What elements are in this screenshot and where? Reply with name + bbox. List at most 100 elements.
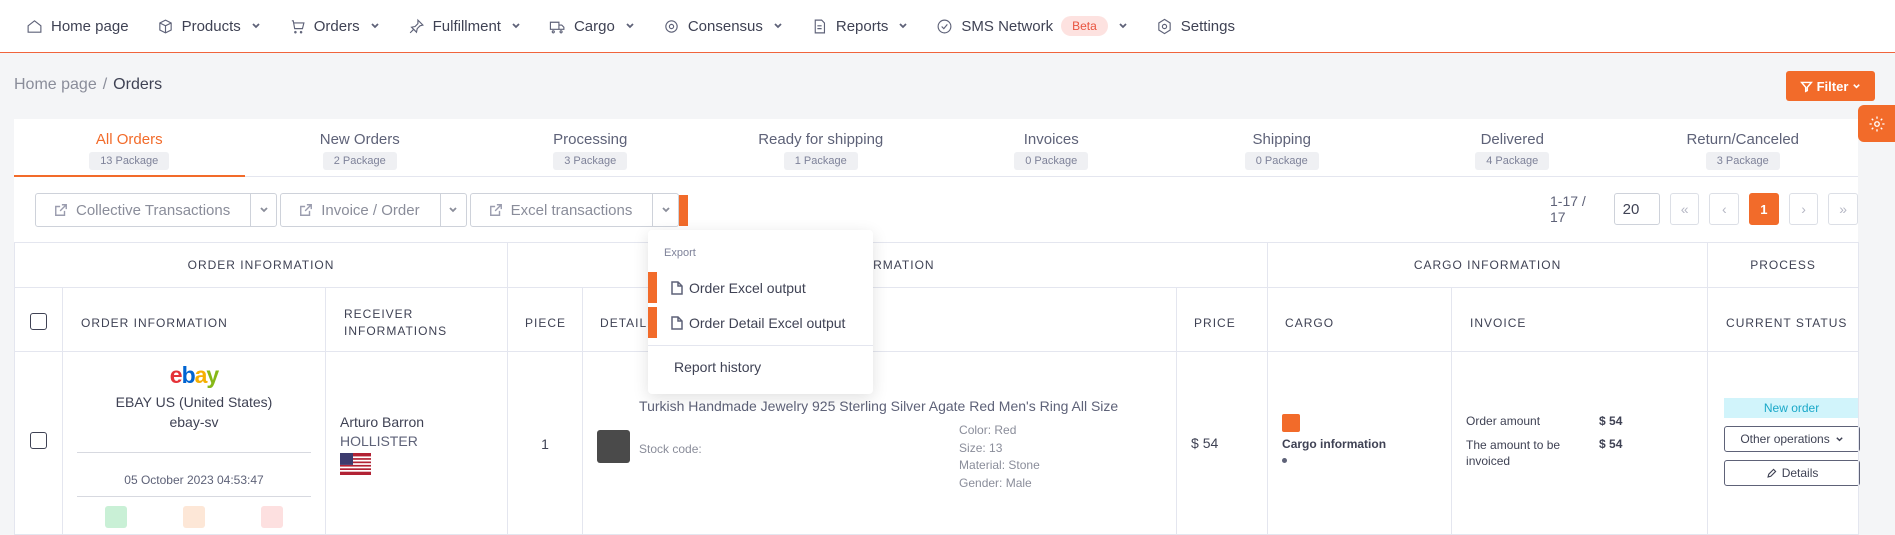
select-all-checkbox[interactable] xyxy=(30,312,47,330)
chevron-down-icon xyxy=(512,23,520,29)
receiver-company: HOLLISTER xyxy=(340,433,418,449)
settings-fab[interactable] xyxy=(1858,105,1895,142)
external-link-icon xyxy=(489,204,502,216)
nav-fulfillment[interactable]: Fulfillment xyxy=(408,18,521,35)
tab-label: Return/Canceled xyxy=(1686,131,1800,148)
tab-count: 13 Package xyxy=(89,152,170,170)
tab-new-orders[interactable]: New Orders 2 Package xyxy=(245,119,476,176)
tab-label: New Orders xyxy=(319,131,400,148)
prev-page-button[interactable]: ‹ xyxy=(1709,193,1740,225)
order-detail-excel-output-item[interactable]: Order Detail Excel output xyxy=(648,307,845,338)
filter-button[interactable]: Filter xyxy=(1786,71,1875,101)
other-operations-button[interactable]: Other operations xyxy=(1724,426,1861,452)
order-action-icons xyxy=(63,506,325,528)
price-value: $ 54 xyxy=(1191,435,1219,451)
col-order-information: ORDER INFORMATION xyxy=(62,287,326,352)
tab-delivered[interactable]: Delivered 4 Package xyxy=(1397,119,1628,176)
nav-settings[interactable]: Settings xyxy=(1156,18,1235,35)
collective-transactions-dropdown-toggle[interactable] xyxy=(251,194,276,226)
report-icon xyxy=(814,19,825,33)
nav-orders[interactable]: Orders xyxy=(289,18,380,35)
tab-count: 3 Package xyxy=(553,152,628,170)
report-history-item[interactable]: Report history xyxy=(674,359,761,375)
bookmark-icon[interactable] xyxy=(105,506,127,528)
tab-label: Processing xyxy=(553,131,628,148)
clock-icon[interactable] xyxy=(261,506,283,528)
action-toolbar: Collective Transactions Invoice / Order … xyxy=(35,193,689,227)
collective-transactions-group: Collective Transactions xyxy=(35,193,278,227)
pin-icon xyxy=(409,18,424,33)
receiver-cell: Arturo Barron HOLLISTER xyxy=(324,351,509,535)
group-header-row: ORDER INFORMATION INFORMATION CARGO INFO… xyxy=(13,242,1860,288)
tab-shipping[interactable]: Shipping 0 Package xyxy=(1167,119,1398,176)
invoice-order-dropdown-toggle[interactable] xyxy=(441,194,466,226)
cargo-information-label[interactable]: Cargo information xyxy=(1282,437,1451,451)
row-select-cell xyxy=(14,351,63,535)
tab-label: All Orders xyxy=(95,131,163,148)
store-code: ebay-sv xyxy=(169,414,219,430)
gear-icon xyxy=(1869,116,1884,131)
nav-consensus[interactable]: Consensus xyxy=(663,18,783,35)
invoice-order-button[interactable]: Invoice / Order xyxy=(281,194,441,226)
row-checkbox[interactable] xyxy=(30,432,47,449)
excel-transactions-dropdown-toggle[interactable] xyxy=(653,194,678,226)
tab-return-canceled[interactable]: Return/Canceled 3 Package xyxy=(1628,119,1859,176)
tab-ready-for-shipping[interactable]: Ready for shipping 1 Package xyxy=(706,119,937,176)
chevron-down-icon xyxy=(899,23,908,29)
nav-label: Consensus xyxy=(687,17,763,35)
order-tabs: All Orders 13 Package New Orders 2 Package… xyxy=(14,119,1858,177)
last-page-button[interactable]: » xyxy=(1828,193,1858,225)
dropdown-header: Export xyxy=(664,247,696,259)
tab-processing[interactable]: Processing 3 Package xyxy=(475,119,706,176)
invoiced-amount-label: The amount to be invoiced xyxy=(1466,438,1561,468)
invoiced-amount-line: The amount to be invoiced $ 54 xyxy=(1466,437,1707,469)
chevron-down-icon xyxy=(662,207,670,213)
details-button[interactable]: Details xyxy=(1724,460,1861,486)
tab-label: Delivered xyxy=(1480,131,1544,148)
nav-cargo[interactable]: Cargo xyxy=(549,18,635,35)
price-cell: $ 54 xyxy=(1176,351,1269,535)
product-attributes: Color: Red Size: 13 Material: Stone Gend… xyxy=(959,422,1040,492)
tab-count: 1 Package xyxy=(783,152,858,170)
store-name: EBAY US (United States) xyxy=(115,394,273,410)
breadcrumb: Home page / Orders xyxy=(14,76,162,94)
collective-transactions-button[interactable]: Collective Transactions xyxy=(36,194,252,226)
first-page-button[interactable]: « xyxy=(1669,193,1700,225)
highlight-marker xyxy=(648,272,657,303)
excel-transactions-group: Excel transactions xyxy=(469,193,680,227)
piece-cell: 1 xyxy=(507,351,584,535)
button-label: Excel transactions xyxy=(510,201,633,219)
nav-home[interactable]: Home page xyxy=(26,18,129,35)
nav-sms-network[interactable]: SMS Network Beta xyxy=(936,16,1127,36)
page-size-input[interactable]: 20 xyxy=(1613,193,1660,225)
nav-reports[interactable]: Reports xyxy=(811,18,909,35)
note-icon[interactable] xyxy=(183,506,205,528)
group-product-information: INFORMATION xyxy=(507,242,1269,288)
attr-color: Color: Red xyxy=(959,423,1017,437)
col-invoice: INVOICE xyxy=(1451,287,1709,352)
us-flag-icon xyxy=(340,453,371,475)
group-process: PROCESS xyxy=(1707,242,1860,288)
excel-transactions-button[interactable]: Excel transactions xyxy=(471,194,654,226)
invoice-cell: Order amount $ 54 The amount to be invoic… xyxy=(1451,351,1709,535)
table-row: ebay EBAY US (United States) ebay-sv 05 … xyxy=(14,351,1861,535)
tab-label: Invoices xyxy=(1023,131,1079,148)
tab-label: Shipping xyxy=(1252,131,1311,148)
breadcrumb-separator: / xyxy=(102,76,108,93)
order-excel-output-item[interactable]: Order Excel output xyxy=(648,272,806,303)
group-order-information: ORDER INFORMATION xyxy=(13,242,509,288)
next-page-button[interactable]: › xyxy=(1788,193,1819,225)
divider xyxy=(77,496,311,497)
product-thumbnail[interactable] xyxy=(597,430,631,463)
tab-invoices[interactable]: Invoices 0 Package xyxy=(936,119,1167,176)
chevron-down-icon xyxy=(252,23,260,29)
pagination-range: 1-17 / 17 xyxy=(1550,193,1586,225)
order-amount-label: Order amount xyxy=(1466,414,1541,428)
tab-all-orders[interactable]: All Orders 13 Package xyxy=(14,119,245,177)
order-info-cell: ebay EBAY US (United States) ebay-sv 05 … xyxy=(62,351,326,535)
nav-label: Home page xyxy=(51,17,129,35)
current-page-button[interactable]: 1 xyxy=(1749,193,1779,225)
receiver-name: Arturo Barron xyxy=(340,414,425,430)
breadcrumb-home[interactable]: Home page xyxy=(14,76,97,94)
nav-products[interactable]: Products xyxy=(157,18,261,35)
